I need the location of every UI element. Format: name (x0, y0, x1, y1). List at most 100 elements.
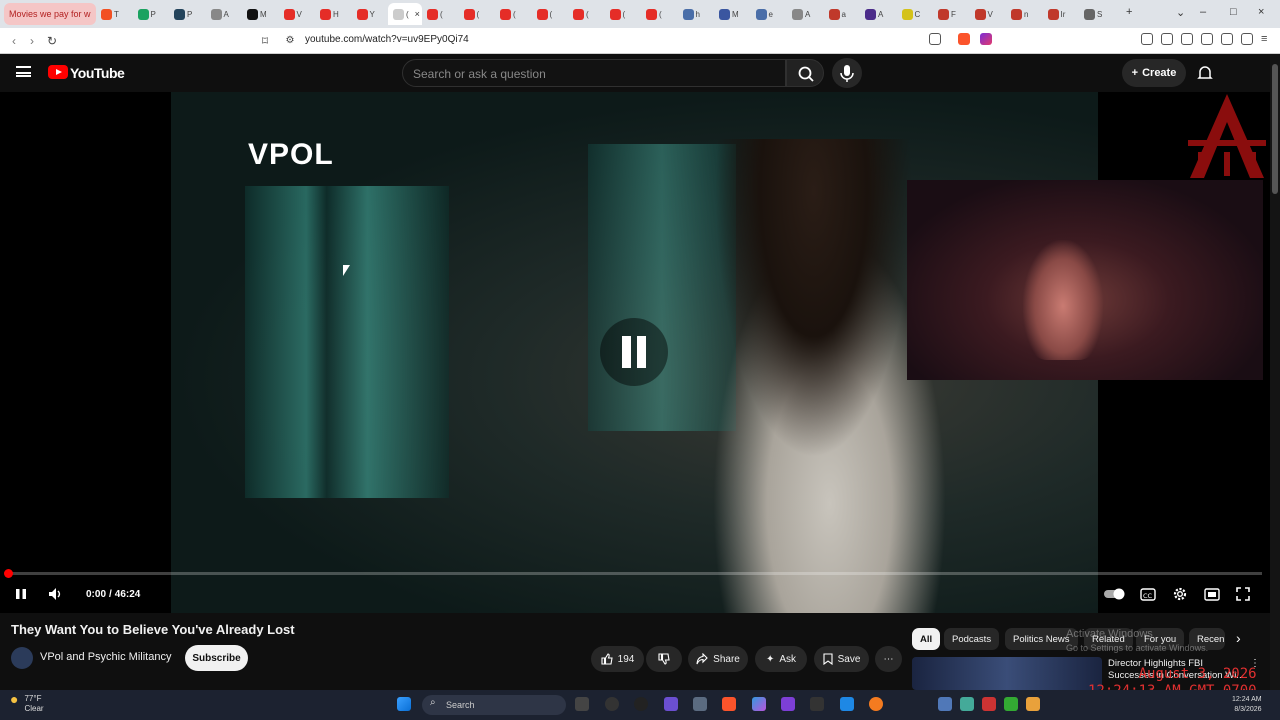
taskbar-search[interactable]: Search (422, 695, 566, 715)
scrollbar-thumb[interactable] (1272, 64, 1278, 194)
theater-mode-button[interactable] (1204, 586, 1220, 602)
bookmark-icon[interactable]: ⌑ (255, 34, 275, 48)
reload-icon[interactable]: ↻ (42, 34, 62, 48)
close-tab-icon[interactable]: × (415, 9, 420, 19)
browser-tab[interactable]: F (933, 3, 970, 25)
weather-widget[interactable]: ● 77°F Clear (10, 692, 44, 714)
search-input[interactable]: Search or ask a question (402, 59, 786, 87)
channel-avatar[interactable] (11, 647, 33, 669)
browser-tab[interactable]: h (678, 3, 715, 25)
tray-icon-1[interactable] (938, 697, 952, 711)
media-icon[interactable] (1161, 33, 1173, 45)
browser-tab[interactable]: P (133, 3, 170, 25)
wallet-icon[interactable] (1201, 33, 1213, 45)
chips-next-icon[interactable]: › (1236, 630, 1241, 646)
chip-podcasts[interactable]: Podcasts (944, 628, 1000, 650)
obs-icon[interactable] (605, 697, 619, 711)
windows-start-icon[interactable] (397, 697, 411, 711)
autoplay-toggle[interactable] (1104, 586, 1126, 602)
minimize-button[interactable]: – (1200, 6, 1206, 18)
url-field[interactable]: youtube.com/watch?v=uv9EPy0Qi74 (305, 34, 469, 45)
browser-tab[interactable]: V (970, 3, 1007, 25)
browser-tab[interactable]: ( (568, 3, 605, 25)
captions-button[interactable]: CC (1140, 586, 1156, 602)
browser-tab[interactable]: Ir (1043, 3, 1080, 25)
browser-tab[interactable]: ( (459, 3, 496, 25)
back-icon[interactable]: ‹ (4, 34, 24, 48)
cast-icon[interactable] (929, 33, 941, 45)
tray-icon-3[interactable] (982, 697, 996, 711)
app-grid-icon[interactable] (664, 697, 678, 711)
browser-tab[interactable]: ( (495, 3, 532, 25)
browser-tab[interactable]: A (206, 3, 243, 25)
progress-bar[interactable] (8, 572, 1262, 575)
extensions-icon[interactable] (1141, 33, 1153, 45)
brave-rewards-icon[interactable] (980, 33, 992, 45)
tray-icon-5[interactable] (1026, 697, 1040, 711)
maximize-button[interactable]: □ (1230, 6, 1237, 18)
chip-all[interactable]: All (912, 628, 941, 650)
site-info-icon[interactable]: ⚙ (280, 35, 300, 46)
browser-tab[interactable]: Y (352, 3, 389, 25)
ask-button[interactable]: ✦ Ask (755, 646, 807, 672)
settings-app-icon[interactable] (693, 697, 707, 711)
app-blue-icon[interactable] (840, 697, 854, 711)
browser-tab[interactable]: S (1079, 3, 1116, 25)
forward-icon[interactable]: › (22, 34, 42, 48)
share-button[interactable]: Share (688, 646, 748, 672)
hamburger-menu-icon[interactable] (16, 66, 31, 77)
create-button[interactable]: + Create (1122, 59, 1186, 87)
app-arrow-icon[interactable] (634, 697, 648, 711)
like-button[interactable]: 194 (591, 646, 644, 672)
profile-icon[interactable] (1221, 33, 1233, 45)
pause-button[interactable] (14, 586, 28, 602)
youtube-logo-icon[interactable] (48, 65, 68, 79)
vpn-icon[interactable] (1241, 33, 1253, 45)
tab-search-icon[interactable]: ⌄ (1176, 6, 1185, 19)
browser-tab[interactable]: ( (532, 3, 569, 25)
browser-tab[interactable]: V (279, 3, 316, 25)
app-purple-icon[interactable] (781, 697, 795, 711)
youtube-logo-text[interactable]: YouTube (70, 65, 125, 81)
browser-tab[interactable]: ( (641, 3, 678, 25)
close-window-button[interactable]: × (1258, 6, 1264, 18)
copilot-icon[interactable] (752, 697, 766, 711)
system-clock[interactable]: 12:24 AM 8/3/2026 (1232, 695, 1262, 715)
browser-tab[interactable]: ( (605, 3, 642, 25)
new-tab-button[interactable]: + (1126, 6, 1132, 18)
tray-icon-2[interactable] (960, 697, 974, 711)
notifications-bell-icon[interactable] (1197, 64, 1213, 82)
dislike-button[interactable] (646, 646, 682, 672)
settings-button[interactable] (1172, 586, 1188, 602)
app-dark-icon[interactable] (810, 697, 824, 711)
browser-tab[interactable]: n (1006, 3, 1043, 25)
more-actions-button[interactable]: ⋯ (875, 646, 902, 672)
fullscreen-button[interactable] (1236, 586, 1250, 602)
save-button[interactable]: Save (814, 646, 869, 672)
scrubber-handle[interactable] (4, 569, 13, 578)
browser-tab[interactable]: a (824, 3, 861, 25)
browser-tab[interactable]: e (751, 3, 788, 25)
browser-tab[interactable]: P (169, 3, 206, 25)
tab-first[interactable]: Movies we pay for w (4, 3, 96, 25)
browser-tab[interactable]: C (897, 3, 934, 25)
search-button[interactable] (786, 59, 824, 87)
sidebar-icon[interactable] (1181, 33, 1193, 45)
browser-tab[interactable]: M (242, 3, 279, 25)
voice-search-button[interactable] (832, 58, 862, 88)
brave-browser-icon[interactable] (722, 697, 736, 711)
browser-tab[interactable]: (× (388, 3, 422, 25)
browser-tab[interactable]: M (714, 3, 751, 25)
tray-icon-4[interactable] (1004, 697, 1018, 711)
task-view-icon[interactable] (575, 697, 589, 711)
center-pause-icon[interactable] (600, 318, 668, 386)
browser-tab[interactable]: H (315, 3, 352, 25)
subscribe-button[interactable]: Subscribe (185, 645, 248, 671)
menu-icon[interactable]: ≡ (1261, 33, 1273, 45)
video-player[interactable]: VPOL 0:00 / 46:24 CC (0, 92, 1270, 613)
browser-tab[interactable]: T (96, 3, 133, 25)
volume-button[interactable] (48, 586, 64, 602)
browser-tab[interactable]: A (787, 3, 824, 25)
recommended-thumbnail[interactable] (912, 657, 1102, 690)
browser-tab[interactable]: ( (422, 3, 459, 25)
